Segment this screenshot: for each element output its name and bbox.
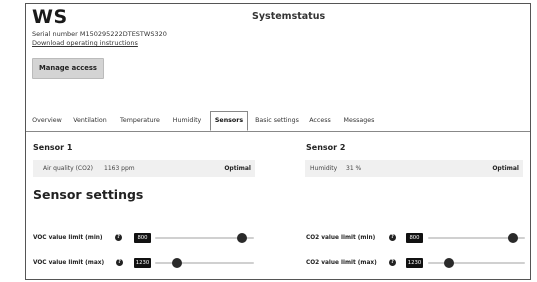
voc-max-slider-track[interactable]: [155, 262, 254, 264]
co2-min-value[interactable]: 800: [406, 233, 423, 243]
voc-max-label: VOC value limit (max): [33, 260, 105, 266]
sensor-1-status: Optimal: [224, 165, 251, 172]
sensor-settings-title: Sensor settings: [33, 187, 144, 202]
co2-max-slider-track[interactable]: [428, 262, 525, 264]
sensor-1-value: 1163 ppm: [104, 165, 135, 172]
serial-number: Serial number M150295222DTESTWS320: [32, 30, 167, 38]
tab-humidity[interactable]: Humidity: [171, 111, 203, 131]
voc-min-value[interactable]: 800: [134, 233, 151, 243]
tab-bar: Overview Ventilation Temperature Humidit…: [26, 111, 530, 132]
tab-messages[interactable]: Messages: [341, 111, 377, 131]
download-instructions-link[interactable]: Download operating instructions: [32, 39, 138, 47]
tab-temperature[interactable]: Temperature: [119, 111, 161, 131]
tab-overview[interactable]: Overview: [31, 111, 63, 131]
voc-max-help-icon[interactable]: ?: [116, 259, 123, 266]
sensor-1-reading: Air quality (CO2) 1163 ppm Optimal: [33, 160, 255, 177]
sensor-2-title: Sensor 2: [306, 143, 346, 152]
co2-min-help-icon[interactable]: ?: [389, 234, 396, 241]
voc-max-slider-thumb[interactable]: [171, 258, 182, 268]
sensor-2-status: Optimal: [492, 165, 519, 172]
voc-min-help-icon[interactable]: ?: [115, 234, 122, 241]
co2-max-help-icon[interactable]: ?: [389, 259, 396, 266]
sensor-2-measure: Humidity: [310, 165, 338, 172]
tab-access[interactable]: Access: [308, 111, 332, 131]
co2-min-label: CO2 value limit (min): [306, 235, 376, 241]
voc-max-value[interactable]: 1230: [134, 258, 151, 268]
sensor-2-reading: Humidity 31 % Optimal: [305, 160, 523, 177]
sensor-2-value: 31 %: [346, 165, 362, 172]
tab-basic-settings[interactable]: Basic settings: [254, 111, 300, 131]
page-title: Systemstatus: [252, 11, 326, 22]
sensor-1-title: Sensor 1: [33, 143, 73, 152]
app-title: WS: [32, 6, 68, 28]
voc-min-label: VOC value limit (min): [33, 235, 103, 241]
co2-max-value[interactable]: 1230: [406, 258, 423, 268]
manage-access-button[interactable]: Manage access: [32, 58, 104, 79]
tab-ventilation[interactable]: Ventilation: [71, 111, 109, 131]
sensor-1-measure: Air quality (CO2): [43, 165, 93, 172]
co2-max-label: CO2 value limit (max): [306, 260, 377, 266]
tab-sensors[interactable]: Sensors: [210, 111, 248, 131]
